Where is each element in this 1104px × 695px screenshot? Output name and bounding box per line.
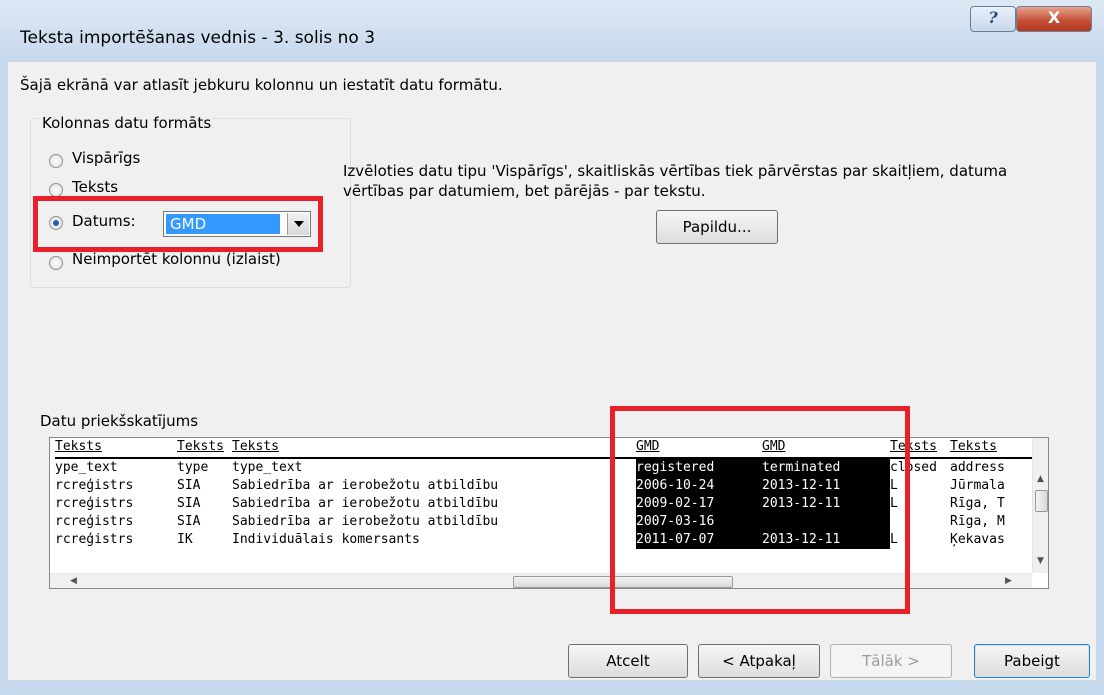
scroll-left-icon[interactable]: ◀ [70, 576, 77, 586]
table-cell: address [950, 460, 1005, 475]
column-header[interactable]: Teksts [55, 438, 177, 459]
intro-text: Šajā ekrānā var atlasīt jebkuru kolonnu … [20, 76, 503, 94]
finish-button[interactable]: Pabeigt [974, 644, 1090, 678]
preview-label: Datu priekšskatījums [40, 412, 199, 430]
table-cell: Sabiedrība ar ierobežotu atbildību [232, 478, 499, 493]
import-wizard-window: Teksta importēšanas vednis - 3. solis no… [0, 0, 1104, 695]
table-cell: SIA [177, 514, 201, 529]
column-header[interactable]: Teksts [950, 438, 1032, 459]
radio-general-label[interactable]: Vispārīgs [72, 149, 140, 167]
table-cell: type [177, 460, 209, 475]
table-cell: type_text [232, 460, 303, 475]
radio-general[interactable] [49, 154, 63, 168]
radio-skip[interactable] [49, 256, 63, 270]
table-cell: Rīga, M [950, 514, 1005, 529]
table-cell: Jūrmala [950, 478, 1005, 493]
table-cell: Sabiedrība ar ierobežotu atbildību [232, 514, 499, 529]
back-button[interactable]: < Atpakaļ [698, 644, 820, 678]
title-bar[interactable]: Teksta importēšanas vednis - 3. solis no… [0, 0, 1104, 62]
column-header[interactable]: Teksts [177, 438, 232, 459]
radio-text-label[interactable]: Teksts [72, 178, 118, 196]
table-cell: Individuālais komersants [232, 532, 420, 547]
table-cell: SIA [177, 478, 201, 493]
window-frame-right [1096, 62, 1104, 680]
advanced-button[interactable]: Papildu... [656, 210, 778, 244]
table-cell: Ķekavas [950, 532, 1005, 547]
next-button[interactable]: Tālāk > [830, 644, 952, 678]
close-button[interactable]: X [1016, 6, 1092, 32]
table-cell: Rīga, T [950, 496, 1005, 511]
table-cell: rcreģistrs [55, 532, 134, 547]
window-frame-bottom [0, 680, 1104, 695]
description-line-1: Izvēloties datu tipu 'Vispārīgs', skaitl… [343, 162, 1008, 180]
vertical-scroll-thumb[interactable] [1035, 490, 1048, 512]
table-cell: SIA [177, 496, 201, 511]
table-cell: IK [177, 532, 193, 547]
table-cell: rcreģistrs [55, 514, 134, 529]
table-cell: Sabiedrība ar ierobežotu atbildību [232, 496, 499, 511]
radio-skip-label[interactable]: Neimportēt kolonnu (izlaist) [72, 250, 281, 268]
table-cell: rcreģistrs [55, 496, 134, 511]
table-cell: rcreģistrs [55, 478, 134, 493]
help-icon: ? [988, 8, 998, 27]
window-title: Teksta importēšanas vednis - 3. solis no… [20, 28, 376, 48]
highlight-date-columns [610, 406, 910, 614]
table-cell: ype_text [55, 460, 118, 475]
description-line-2: vērtības par datumiem, bet pārējās - par… [343, 182, 706, 200]
scroll-down-icon[interactable]: ▼ [1037, 556, 1044, 566]
column-header[interactable]: Teksts [232, 438, 636, 459]
help-button[interactable]: ? [970, 6, 1016, 32]
column-format-label: Kolonnas datu formāts [40, 114, 214, 132]
close-icon: X [1047, 8, 1061, 27]
cancel-button[interactable]: Atcelt [568, 644, 688, 678]
window-frame-left [0, 62, 8, 680]
vertical-scrollbar[interactable]: ▲ ▼ [1032, 438, 1048, 573]
highlight-date-option [33, 196, 323, 252]
radio-text[interactable] [49, 183, 63, 197]
scroll-up-icon[interactable]: ▲ [1037, 474, 1044, 484]
scroll-right-icon[interactable]: ▶ [1005, 576, 1012, 586]
